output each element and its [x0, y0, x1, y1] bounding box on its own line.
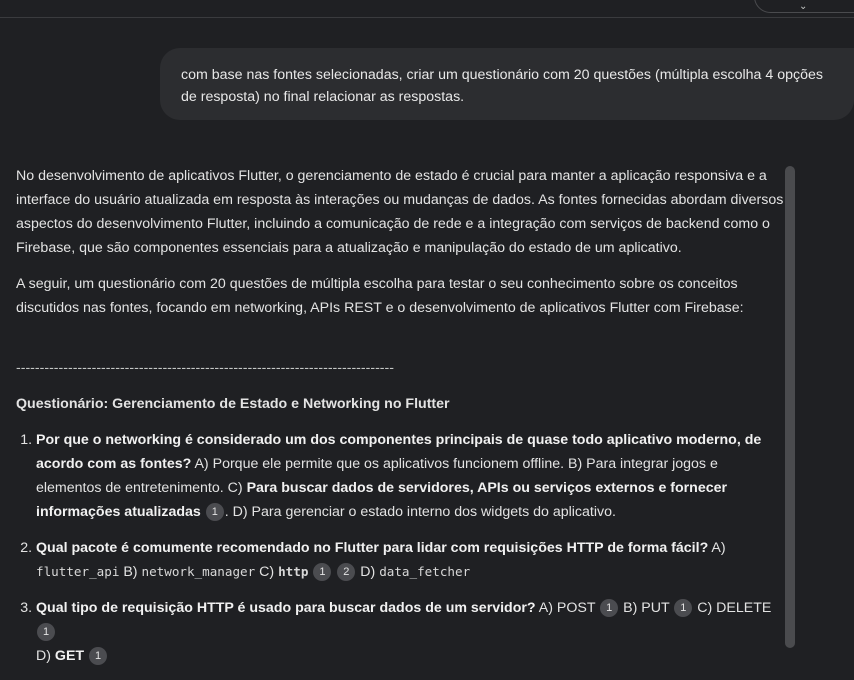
citation-chip[interactable]: 1 [89, 647, 108, 665]
top-pill-button[interactable]: ⌄ [754, 0, 854, 13]
citation-chip[interactable]: 1 [674, 599, 693, 617]
question-text: Qual tipo de requisição HTTP é usado par… [36, 600, 536, 616]
model-response: No desenvolvimento de aplicativos Flutte… [16, 164, 784, 680]
citation-chip[interactable]: 1 [205, 503, 224, 521]
correct-answer: GET [54, 648, 85, 664]
option-label: C) DELETE [693, 600, 772, 616]
scrollbar[interactable] [785, 166, 795, 648]
option-code: network_manager [141, 564, 256, 579]
option-label: B) PUT [619, 600, 674, 616]
user-message-text: com base nas fontes selecionadas, criar … [181, 67, 823, 105]
correct-answer: http [278, 564, 309, 579]
question-text: Qual pacote é comumente recomendado no F… [36, 540, 709, 556]
divider: ----------------------------------------… [16, 360, 394, 376]
chevron-icon: ⌄ [799, 1, 808, 12]
citation-chip[interactable]: 1 [313, 563, 332, 581]
top-bar: ⌄ [0, 0, 854, 18]
option-code: flutter_api [36, 564, 120, 579]
user-message-bubble: com base nas fontes selecionadas, criar … [160, 48, 854, 120]
citation-chip[interactable]: 1 [600, 599, 619, 617]
option-label: B) [119, 564, 142, 580]
response-paragraph: No desenvolvimento de aplicativos Flutte… [16, 168, 784, 256]
question-item: Qual pacote é comumente recomendado no F… [36, 536, 784, 584]
question-item: Qual tipo de requisição HTTP é usado par… [36, 596, 784, 668]
answer-options: . D) Para gerenciar o estado interno dos… [224, 504, 616, 520]
question-item: Por que o networking é considerado um do… [36, 428, 784, 524]
option-label: C) [255, 564, 279, 580]
option-label: A) POST [535, 600, 600, 616]
response-paragraph: A seguir, um questionário com 20 questõe… [16, 276, 744, 316]
option-label: D) [356, 564, 380, 580]
question-list: Por que o networking é considerado um do… [16, 428, 784, 668]
citation-chip[interactable]: 2 [337, 563, 356, 581]
option-label: D) [36, 648, 55, 664]
option-label: A) [708, 540, 726, 556]
citation-chip[interactable]: 1 [37, 623, 55, 641]
option-code: data_fetcher [379, 564, 471, 579]
quiz-title: Questionário: Gerenciamento de Estado e … [16, 396, 450, 412]
